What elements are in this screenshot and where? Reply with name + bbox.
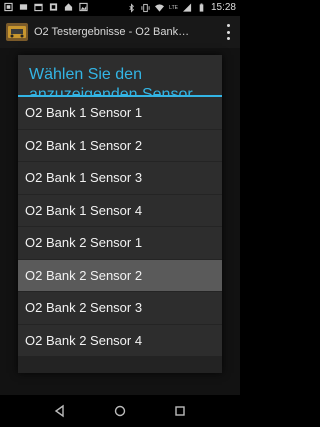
navigation-bar	[0, 395, 240, 427]
app-icon	[19, 4, 28, 10]
image-icon	[79, 2, 88, 12]
calendar-icon	[34, 3, 43, 12]
app-logo-icon[interactable]	[6, 23, 28, 41]
list-item[interactable]: O2 Bank 1 Sensor 3	[18, 162, 222, 195]
sensor-list: O2 Bank 1 Sensor 1 O2 Bank 1 Sensor 2 O2 B…	[18, 97, 222, 357]
home-icon[interactable]	[112, 403, 128, 419]
home-icon	[64, 3, 73, 11]
list-item[interactable]: O2 Bank 2 Sensor 2	[18, 259, 222, 292]
status-time: 15:28	[210, 2, 236, 13]
list-item-label: O2 Bank 2 Sensor 3	[25, 300, 143, 315]
sensor-select-dialog: Wählen Sie den anzuzeigenden Sensor O2 B…	[18, 55, 222, 373]
status-bar-system: LTE 15:28	[127, 1, 236, 15]
list-item[interactable]: O2 Bank 1 Sensor 2	[18, 129, 222, 162]
action-bar: O2 Testergebnisse - O2 Bank…	[0, 16, 240, 48]
recents-icon[interactable]	[172, 403, 188, 419]
wifi-icon	[155, 4, 165, 12]
network-type: LTE	[169, 5, 178, 11]
list-item-label: O2 Bank 1 Sensor 3	[25, 170, 143, 185]
list-item-label: O2 Bank 2 Sensor 4	[25, 332, 143, 348]
bluetooth-icon	[129, 3, 135, 13]
list-item[interactable]: O2 Bank 2 Sensor 1	[18, 227, 222, 260]
status-bar: LTE 15:28	[0, 0, 240, 16]
list-item[interactable]: O2 Bank 2 Sensor 3	[18, 292, 222, 325]
list-item-label: O2 Bank 1 Sensor 1	[25, 105, 143, 120]
battery-icon	[199, 3, 204, 12]
list-item-label: O2 Bank 2 Sensor 2	[25, 267, 143, 283]
list-item-label: O2 Bank 2 Sensor 1	[25, 235, 143, 250]
notification-icon	[4, 2, 13, 12]
page-title: O2 Testergebnisse - O2 Bank…	[34, 26, 190, 38]
status-bar-notifications	[4, 2, 88, 12]
dialog-title-area: Wählen Sie den anzuzeigenden Sensor	[18, 55, 222, 97]
list-item[interactable]: O2 Bank 1 Sensor 1	[18, 97, 222, 130]
back-icon[interactable]	[52, 403, 68, 419]
dialog-footer	[18, 356, 222, 373]
signal-icon	[182, 3, 192, 12]
list-item[interactable]: O2 Bank 1 Sensor 4	[18, 194, 222, 227]
photo-icon	[49, 3, 58, 11]
list-item[interactable]: O2 Bank 2 Sensor 4	[18, 324, 222, 357]
vibrate-icon	[141, 3, 150, 13]
list-item-label: O2 Bank 1 Sensor 2	[25, 137, 143, 153]
dialog-title: Wählen Sie den anzuzeigenden Sensor	[29, 66, 193, 97]
overflow-menu-icon[interactable]	[226, 24, 230, 40]
list-item-label: O2 Bank 1 Sensor 4	[25, 202, 143, 218]
